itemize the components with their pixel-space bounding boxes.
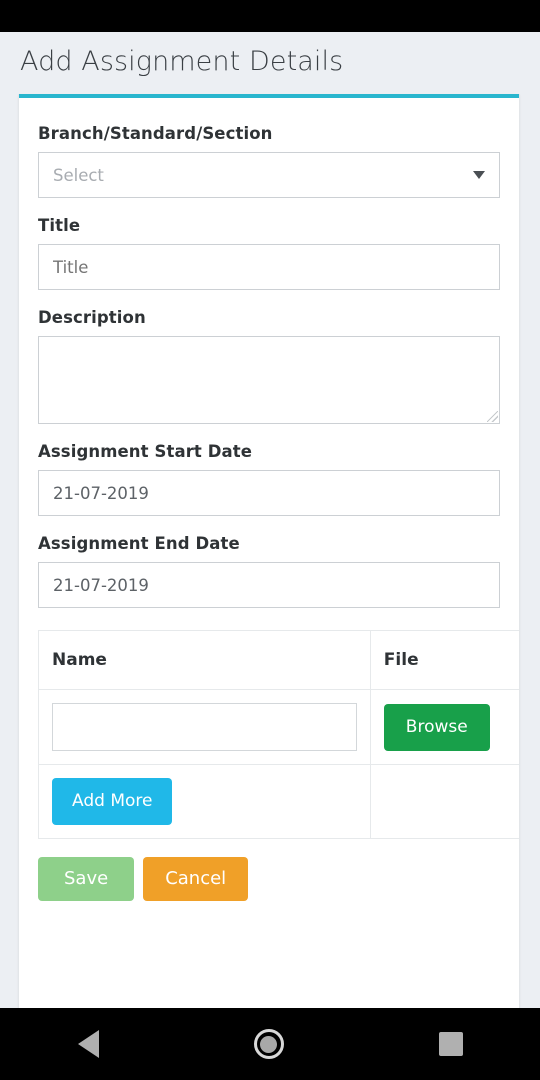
field-description: Description [38,308,500,424]
end-date-input[interactable]: 21-07-2019 [38,562,500,608]
branch-select[interactable]: Select [38,152,500,198]
resize-handle-icon[interactable] [487,411,498,422]
assignment-form-card: Branch/Standard/Section Select Title Des… [18,94,520,1008]
description-textarea[interactable] [38,336,500,424]
branch-select-value: Select [53,165,104,185]
status-bar [0,0,540,32]
page-scroll-area[interactable]: Add Assignment Details Branch/Standard/S… [0,32,540,1008]
add-more-cell: Add More [39,765,371,839]
table-row: Browse [39,690,519,765]
field-end-date: Assignment End Date 21-07-2019 [38,534,500,608]
start-date-input[interactable]: 21-07-2019 [38,470,500,516]
page-title: Add Assignment Details [20,46,344,77]
table-header-row: Name File [39,631,519,690]
title-label: Title [38,216,81,235]
table-body: Browse Add More [39,690,519,839]
form-actions: Save Cancel [19,839,519,931]
add-more-button[interactable]: Add More [52,778,173,825]
back-triangle-icon[interactable] [77,1030,99,1058]
home-circle-icon[interactable] [253,1029,284,1059]
description-label: Description [38,308,146,327]
branch-label: Branch/Standard/Section [38,124,273,143]
start-date-label: Assignment Start Date [38,442,253,461]
end-date-value: 21-07-2019 [53,575,149,595]
column-header-file: File [370,631,519,690]
table-add-more-row: Add More [39,765,519,839]
attachment-file-cell: Browse [370,690,519,765]
end-date-label: Assignment End Date [38,534,240,553]
attachments-table: Name File Browse Add More [38,630,519,839]
cancel-button[interactable]: Cancel [143,857,249,901]
title-input[interactable] [38,244,500,290]
field-start-date: Assignment Start Date 21-07-2019 [38,442,500,516]
android-navigation-bar [0,1008,540,1080]
card-body: Branch/Standard/Section Select Title Des… [19,98,519,839]
attachment-name-cell [39,690,371,765]
chevron-down-icon [473,171,485,179]
start-date-value: 21-07-2019 [53,483,149,503]
browse-button[interactable]: Browse [383,703,490,751]
field-branch: Branch/Standard/Section Select [38,124,500,198]
save-button[interactable]: Save [38,857,135,901]
column-header-name: Name [39,631,371,690]
add-more-empty-cell [370,765,519,839]
recent-square-icon[interactable] [438,1032,463,1056]
field-title: Title [38,216,500,290]
attachment-name-input[interactable] [52,703,357,751]
